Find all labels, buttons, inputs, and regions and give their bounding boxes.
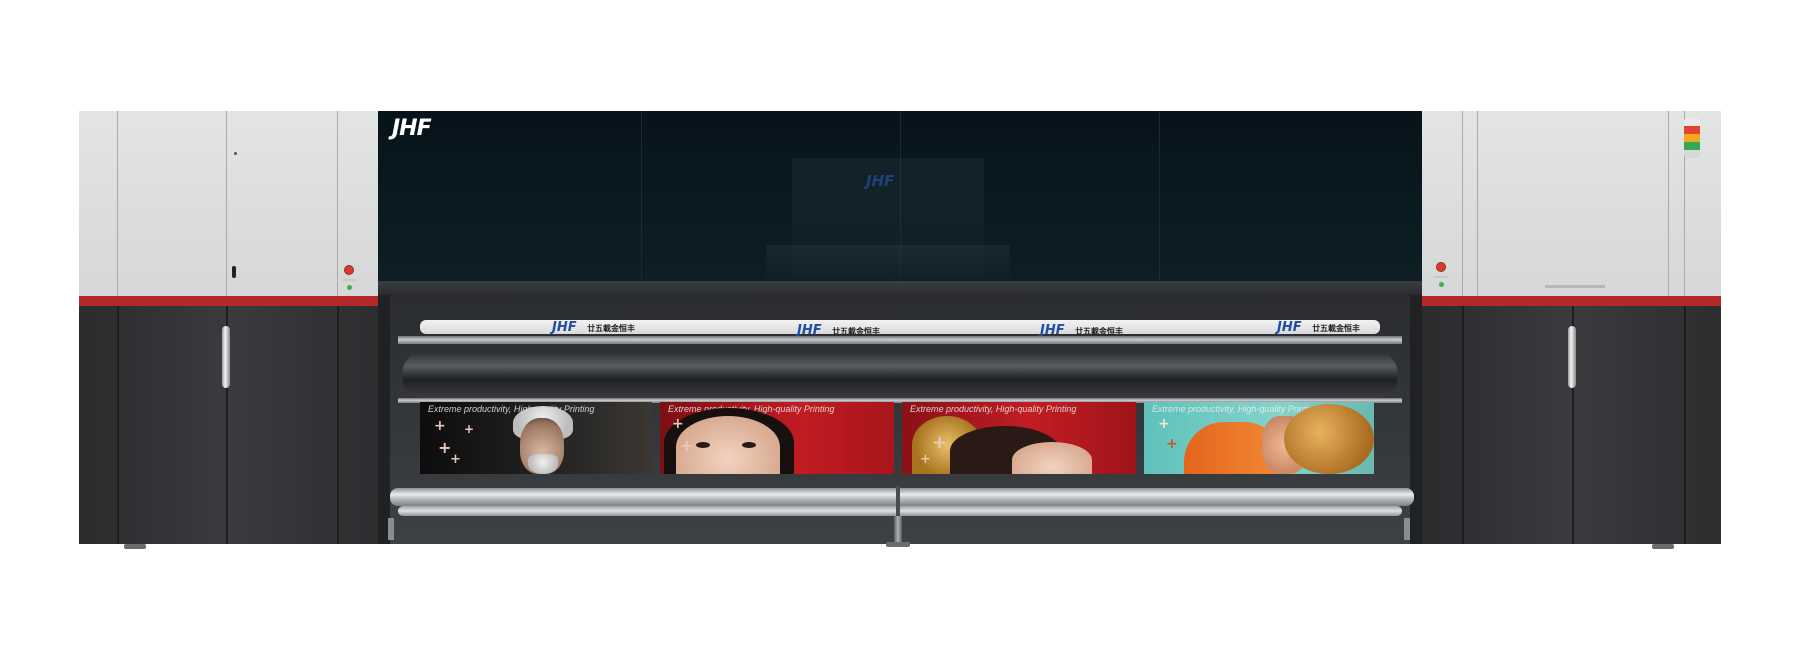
portrait-eye: [696, 442, 710, 448]
bay-right-leg: [1404, 518, 1410, 540]
left-foot: [124, 544, 146, 549]
plus-icon: +: [1166, 436, 1178, 452]
roll-chinese-text: 廿五載金恒丰: [1075, 327, 1124, 336]
hood-reflection-base: [766, 245, 1010, 281]
left-green-indicator: [347, 285, 352, 290]
left-seam-3: [337, 111, 338, 296]
brand-logo: JHF: [392, 116, 432, 141]
banner-panel-1: Extreme productivity, High-quality Print…: [420, 402, 652, 474]
portrait-eye: [742, 442, 756, 448]
right-button-label: [1434, 276, 1448, 278]
plus-icon: +: [932, 432, 948, 453]
plus-icon: +: [680, 436, 694, 455]
plus-icon: +: [920, 452, 931, 467]
bay-side-right: [1410, 295, 1422, 544]
center-support-foot: [886, 542, 910, 547]
right-foot: [1652, 544, 1674, 549]
banner-panel-3: Extreme productivity, High-quality Print…: [902, 402, 1136, 474]
bay-side-left: [378, 295, 390, 544]
main-drum-roller: [402, 352, 1398, 398]
right-seam-low-1: [1462, 306, 1464, 544]
plus-icon: +: [434, 418, 446, 434]
right-door-handle[interactable]: [1568, 326, 1576, 388]
left-emergency-stop-button[interactable]: [345, 266, 353, 274]
portrait-beard: [528, 454, 558, 474]
portrait-hair: [1284, 404, 1374, 474]
right-cabinet-upper: [1422, 111, 1721, 296]
portrait-face: [1012, 442, 1092, 474]
right-emergency-stop-button[interactable]: [1437, 263, 1445, 271]
roll-logo: JHF: [552, 320, 577, 335]
roll-chinese-text: 廿五載金恒丰: [832, 327, 881, 336]
left-door-handle[interactable]: [222, 326, 230, 388]
front-take-up-roller: [390, 488, 1414, 506]
right-seam-1: [1462, 111, 1463, 296]
right-cabinet-slot: [1545, 285, 1605, 288]
upper-guide-rail: [398, 336, 1402, 344]
plus-icon: +: [1158, 416, 1170, 432]
left-door-dot: [234, 152, 237, 155]
banner-tagline: Extreme productivity, High-quality Print…: [910, 404, 1077, 414]
left-seam-low-1: [117, 306, 119, 544]
bay-left-leg: [388, 518, 394, 540]
right-seam-3: [1668, 111, 1669, 296]
banner-panel-2: Extreme productivity, High-quality Print…: [660, 402, 894, 474]
hood-reflected-logo: JHF: [866, 172, 895, 190]
right-seam-2: [1477, 111, 1478, 296]
left-seam-low-3: [337, 306, 339, 544]
plus-icon: +: [464, 422, 475, 436]
right-seam-low-3: [1684, 306, 1686, 544]
roll-logo: JHF: [1277, 320, 1302, 335]
right-green-indicator: [1439, 282, 1444, 287]
hood-seam-1: [641, 111, 642, 281]
plus-icon: +: [672, 416, 684, 432]
left-seam-1: [117, 111, 118, 296]
right-red-band: [1422, 296, 1721, 306]
banner-tagline: Extreme productivity, High-quality Print…: [1152, 404, 1319, 414]
hood-bottom-trim: [378, 281, 1422, 295]
left-red-band: [79, 296, 378, 306]
left-door-keyhole[interactable]: [232, 266, 236, 278]
roll-chinese-text: 廿五載金恒丰: [1312, 324, 1361, 333]
banner-tagline: Extreme productivity, High-quality Print…: [428, 404, 595, 414]
left-button-label: [342, 279, 356, 281]
banner-panel-4: Extreme productivity, High-quality Print…: [1144, 402, 1374, 474]
roll-chinese-text: 廿五載金恒丰: [587, 324, 636, 333]
roller-joint: [896, 486, 900, 518]
plus-icon: +: [450, 452, 461, 467]
hood-seam-3: [1159, 111, 1160, 281]
left-cabinet-upper: [79, 111, 378, 296]
signal-tower-icon: [1684, 118, 1700, 162]
lower-tension-roller: [398, 506, 1402, 516]
left-seam-2: [226, 111, 227, 296]
